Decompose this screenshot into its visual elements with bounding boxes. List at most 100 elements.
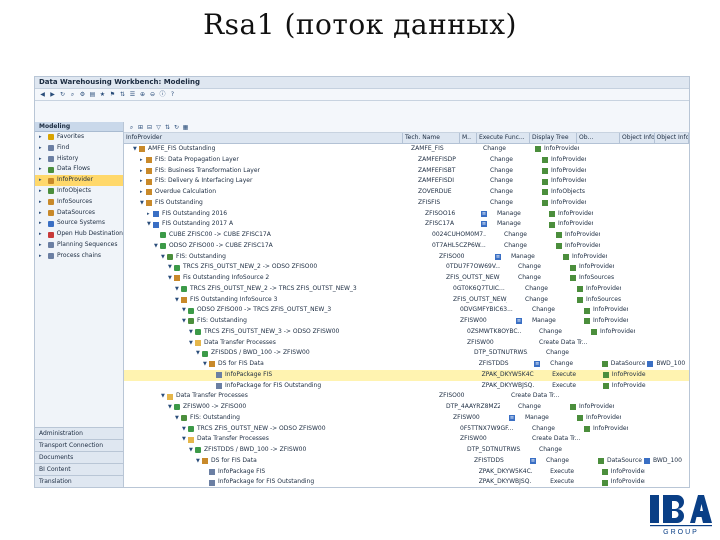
- display-tree[interactable]: [582, 434, 628, 445]
- display-tree[interactable]: InfoProviders: [600, 467, 645, 478]
- nav-item[interactable]: ▸ DataSources: [35, 208, 123, 219]
- tree-row[interactable]: ▼ FIS Outstanding ZFISFIS Change InfoProvide…: [124, 198, 689, 209]
- execute-function[interactable]: Manage: [509, 252, 561, 263]
- refresh-icon[interactable]: ↻: [59, 91, 66, 98]
- refresh-tree-icon[interactable]: ↻: [173, 124, 180, 131]
- tree-row[interactable]: InfoPackage FIS ZPAK_DKYW5K4C... Execute In…: [124, 467, 689, 478]
- tree-row[interactable]: ▼ FIS: Outstanding ZFISO00 ≡ Manage InfoProvi…: [124, 252, 689, 263]
- execute-function[interactable]: Change: [530, 305, 582, 316]
- pane-documents[interactable]: Documents: [35, 451, 123, 463]
- display-tree[interactable]: [589, 338, 635, 349]
- column-header[interactable]: Tech. Name: [403, 133, 460, 143]
- maintain-icon[interactable]: ≡: [516, 318, 522, 324]
- pane-translation[interactable]: Translation: [35, 475, 123, 487]
- tree-row[interactable]: ▼ ODSO ZFISO00 -> TRCS ZFIS_OUTST_NEW_3 0D…: [124, 305, 689, 316]
- nav-item[interactable]: ▸ Planning Sequences: [35, 240, 123, 251]
- expand-all-icon[interactable]: ⊞: [137, 124, 144, 131]
- display-tree[interactable]: DataSources: [600, 359, 645, 370]
- execute-function[interactable]: Change: [544, 456, 596, 467]
- execute-function[interactable]: Execute: [550, 370, 601, 381]
- pane-bi-content[interactable]: BI Content: [35, 463, 123, 475]
- tree-row[interactable]: ▼ ZFISTDDS / BWD_100 -> ZFISW00 DTP_5DTNUT…: [124, 445, 689, 456]
- execute-function[interactable]: Create Data Tr...: [537, 338, 589, 349]
- execute-function[interactable]: Manage: [495, 209, 547, 220]
- execute-function[interactable]: Execute: [548, 477, 600, 487]
- execute-function[interactable]: Change: [537, 445, 589, 456]
- column-header[interactable]: InfoProvider: [124, 133, 403, 143]
- expand-arrow-icon[interactable]: ▸: [39, 186, 45, 197]
- help-icon[interactable]: ?: [169, 91, 176, 98]
- find-icon[interactable]: ⌕: [128, 124, 135, 131]
- execute-function[interactable]: Change: [530, 424, 582, 435]
- maintain-icon[interactable]: ≡: [495, 253, 501, 260]
- tree-row[interactable]: ▼ Data Transfer Processes ZFISW00 Create Da…: [124, 338, 689, 349]
- execute-function[interactable]: Change: [516, 402, 568, 413]
- tree-row[interactable]: ▼ TRCS ZFIS_OUTST_NEW_2 -> ODSO ZFISO00 0T…: [124, 262, 689, 273]
- execute-function[interactable]: Execute: [548, 467, 600, 478]
- display-tree[interactable]: InfoProviders: [547, 219, 593, 230]
- sort-icon[interactable]: ⇅: [164, 124, 171, 131]
- execute-function[interactable]: Change: [488, 187, 540, 198]
- display-tree[interactable]: InfoProviders: [554, 230, 600, 241]
- execute-function[interactable]: Change: [481, 144, 533, 155]
- pane-administration[interactable]: Administration: [35, 427, 123, 439]
- tree-row[interactable]: ▼ TRCS ZFIS_OUTST_NEW_3 -> ODSO ZFISW00 0Z…: [124, 327, 689, 338]
- display-tree[interactable]: InfoProviders: [568, 262, 614, 273]
- tree-row[interactable]: ▼ Data Transfer Processes ZFISO00 Create Da…: [124, 391, 689, 402]
- expand-arrow-icon[interactable]: ▸: [39, 197, 45, 208]
- tree-row[interactable]: ▼ DS for FIS Data ZFISTDDS ≡ Change DataSourc…: [124, 359, 689, 370]
- tree-row[interactable]: ▼ZFISW00 -> ZFISO00DTP_4AAYRZ8MZZ... Chan…: [124, 402, 689, 413]
- tree-row[interactable]: ▸ FIS: Business Transformation Layer ZAMFE…: [124, 166, 689, 177]
- expand-arrow-icon[interactable]: ▸: [39, 251, 45, 262]
- tree-row[interactable]: ▼ FIS Outstanding InfoSource 3 ZFIS_OUTST_…: [124, 295, 689, 306]
- display-tree[interactable]: InfoProviders: [601, 381, 646, 392]
- execute-function[interactable]: Change: [548, 359, 600, 370]
- execute-function[interactable]: Change: [488, 198, 540, 209]
- tree-row[interactable]: ▼ TRCS ZFIS_OUTST_NEW_2 -> TRCS ZFIS_OUTS…: [124, 284, 689, 295]
- execute-function[interactable]: Change: [488, 155, 540, 166]
- nav-item[interactable]: ▸ Source Systems: [35, 218, 123, 229]
- filter-icon[interactable]: ▽: [155, 124, 162, 131]
- tree-row[interactable]: InfoPackage for FIS Outstanding ZPAK_DKYW…: [124, 477, 689, 487]
- print-icon[interactable]: ▤: [89, 91, 96, 98]
- expand-arrow-icon[interactable]: ▸: [39, 154, 45, 165]
- display-tree[interactable]: InfoProviders: [589, 327, 635, 338]
- expand-arrow-icon[interactable]: ▸: [39, 175, 45, 186]
- tree-row[interactable]: ▸ FIS Outstanding 2016 ZFISOO16 ≡ Manage Info…: [124, 209, 689, 220]
- execute-function[interactable]: Change: [488, 176, 540, 187]
- display-tree[interactable]: InfoProviders: [540, 155, 586, 166]
- maintain-icon[interactable]: ≡: [481, 210, 487, 217]
- display-tree[interactable]: DataSources: [596, 456, 642, 467]
- maintain-icon[interactable]: ≡: [509, 414, 515, 421]
- transport-icon[interactable]: ⇅: [119, 91, 126, 98]
- modeling-tab[interactable]: Modeling: [35, 122, 123, 132]
- execute-function[interactable]: Manage: [523, 413, 575, 424]
- tree-row[interactable]: ▸ FIS: Delivery & Interfacing Layer ZAMFEF…: [124, 176, 689, 187]
- display-tree[interactable]: InfoProviders: [582, 424, 628, 435]
- maintain-icon[interactable]: ≡: [534, 361, 541, 367]
- tree-row[interactable]: InfoPackage FIS ZPAK_DKYW5K4C... Execute In…: [124, 369, 689, 381]
- execute-function[interactable]: Change: [502, 230, 554, 241]
- display-tree[interactable]: InfoProviders: [582, 316, 628, 327]
- column-header[interactable]: Execute Func...: [477, 133, 530, 143]
- display-tree[interactable]: InfoProviders: [540, 166, 586, 177]
- tree-row[interactable]: ▼ Fis Outstanding InfoSource 2 ZFIS_OUTST_…: [124, 273, 689, 284]
- list-icon[interactable]: ☰: [129, 91, 136, 98]
- tree-row[interactable]: ▼ TRCS ZFIS_OUTST_NEW -> ODSO ZFISW00 0F5T…: [124, 424, 689, 435]
- column-header[interactable]: Display Tree: [530, 133, 577, 143]
- expand-arrow-icon[interactable]: ▸: [39, 229, 45, 240]
- tree-row[interactable]: CUBE ZFISC00 -> CUBE ZFISC17A 0024CUHOM0M…: [124, 230, 689, 241]
- tree-row[interactable]: ▼ ZFISDDS / BWD_100 -> ZFISW00 DTP_5DTNUTR…: [124, 348, 689, 359]
- display-tree[interactable]: InfoProviders: [533, 144, 579, 155]
- execute-function[interactable]: Change: [523, 284, 575, 295]
- execute-function[interactable]: Change: [516, 262, 568, 273]
- expand-arrow-icon[interactable]: ▸: [39, 218, 45, 229]
- column-header[interactable]: Ob...: [577, 133, 620, 143]
- display-tree[interactable]: [596, 348, 642, 359]
- collapse-icon[interactable]: ⊖: [149, 91, 156, 98]
- forward-icon[interactable]: ▶: [49, 91, 56, 98]
- tree-row[interactable]: ▼ FIS: Outstanding ZFISW00 ≡ Manage InfoProvi…: [124, 413, 689, 424]
- bookmark-icon[interactable]: ★: [99, 91, 106, 98]
- display-tree[interactable]: InfoProviders: [568, 402, 614, 413]
- display-tree[interactable]: InfoProviders: [601, 370, 646, 381]
